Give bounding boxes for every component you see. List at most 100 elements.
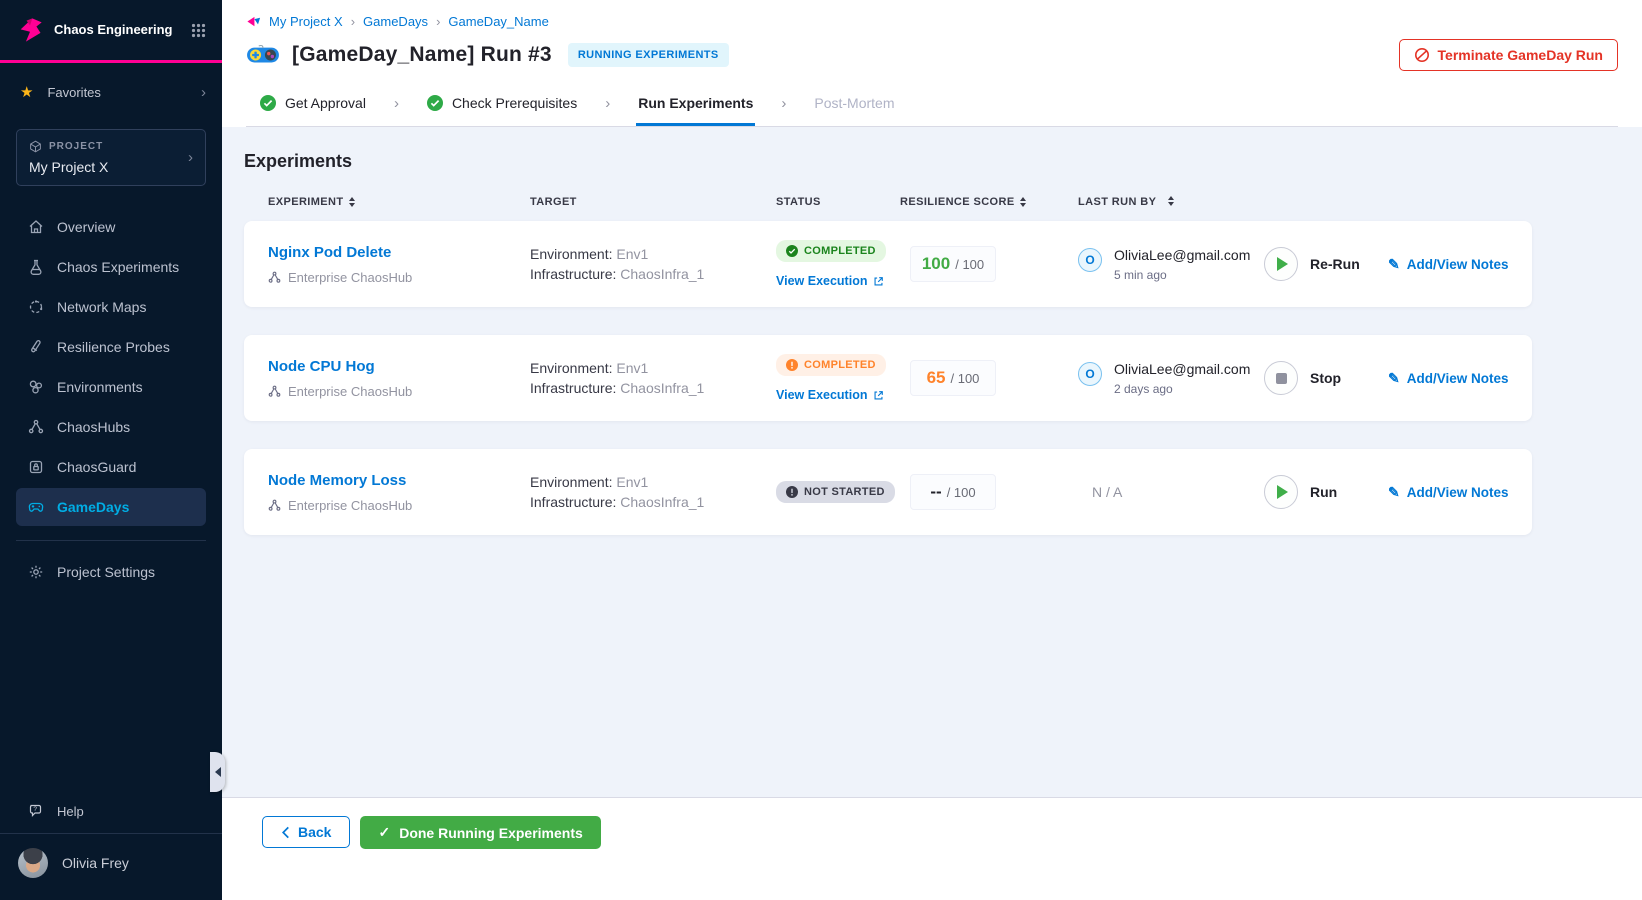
warning-circle-icon — [786, 359, 798, 371]
wizard-stepper: Get Approval › Check Prerequisites › Run… — [246, 81, 1618, 127]
user-name: Olivia Frey — [62, 855, 129, 871]
experiment-name-link[interactable]: Node Memory Loss — [268, 472, 530, 489]
title-row: [GameDay_Name] Run #3 RUNNING EXPERIMENT… — [246, 39, 1618, 71]
sidebar-item-label: Network Maps — [57, 299, 147, 315]
network-map-icon — [29, 300, 43, 314]
project-selector[interactable]: PROJECT My Project X › — [16, 129, 206, 186]
prohibit-icon — [1414, 48, 1429, 62]
hub-label: Enterprise ChaosHub — [288, 497, 413, 513]
sidebar-help[interactable]: ? Help — [0, 789, 222, 833]
brand-title: Chaos Engineering — [54, 21, 173, 37]
column-header-resilience-score[interactable]: RESILIENCE SCORE — [900, 196, 1068, 208]
sidebar-item-label: Overview — [57, 219, 116, 235]
chevron-right-icon: › — [605, 95, 611, 112]
app-grid-icon[interactable] — [191, 23, 206, 38]
status-badge: COMPLETED — [776, 354, 886, 376]
infrastructure-label: Infrastructure: — [530, 266, 617, 282]
sidebar-item-project-settings[interactable]: Project Settings — [16, 553, 206, 591]
status-badge: NOT STARTED — [776, 481, 895, 503]
infrastructure-label: Infrastructure: — [530, 494, 617, 510]
score-max: / 100 — [955, 256, 985, 272]
sidebar-item-environments[interactable]: Environments — [16, 368, 206, 406]
main-area: My Project X › GameDays › GameDay_Name [… — [222, 0, 1642, 900]
sidebar-item-resilience-probes[interactable]: Resilience Probes — [16, 328, 206, 366]
breadcrumb-link-project[interactable]: My Project X — [269, 14, 343, 29]
column-header-last-run-by[interactable]: LAST RUN BY — [1068, 196, 1264, 208]
breadcrumb-logo-icon — [247, 16, 261, 27]
experiment-row[interactable]: Node Memory Loss Enterprise ChaosHub Env… — [244, 449, 1532, 535]
sort-icon[interactable] — [1168, 196, 1175, 206]
chaoshub-icon — [28, 419, 44, 434]
sidebar-favorites[interactable]: ★ Favorites › — [0, 63, 222, 115]
sidebar-item-gamedays[interactable]: GameDays — [16, 488, 206, 526]
experiment-name-link[interactable]: Nginx Pod Delete — [268, 244, 530, 261]
sidebar-item-overview[interactable]: Overview — [16, 208, 206, 246]
back-button[interactable]: Back — [262, 816, 351, 848]
stop-button[interactable] — [1264, 361, 1298, 395]
breadcrumb-link-gameday-name[interactable]: GameDay_Name — [448, 14, 548, 29]
environment-label: Environment: — [530, 359, 613, 376]
page-header: My Project X › GameDays › GameDay_Name [… — [222, 0, 1642, 127]
sidebar-item-label: ChaosHubs — [57, 419, 131, 435]
environment-value: Env1 — [616, 473, 649, 490]
action-label[interactable]: Run — [1310, 484, 1337, 500]
sidebar-item-chaoshubs[interactable]: ChaosHubs — [16, 408, 206, 446]
pencil-icon: ✎ — [1388, 369, 1400, 386]
sidebar-header: Chaos Engineering — [0, 0, 222, 63]
play-icon — [1277, 257, 1288, 271]
experiment-row[interactable]: Nginx Pod Delete Enterprise ChaosHub Env… — [244, 221, 1532, 307]
sidebar-collapse-handle[interactable] — [210, 752, 225, 792]
step-check-prerequisites[interactable]: Check Prerequisites — [425, 81, 579, 126]
done-running-experiments-button[interactable]: ✓ Done Running Experiments — [360, 816, 601, 849]
sidebar-item-chaosguard[interactable]: ChaosGuard — [16, 448, 206, 486]
sidebar-item-network-maps[interactable]: Network Maps — [16, 288, 206, 326]
experiment-row[interactable]: Node CPU Hog Enterprise ChaosHub Environ… — [244, 335, 1532, 421]
action-label[interactable]: Re-Run — [1310, 256, 1360, 272]
sidebar-item-label: Project Settings — [57, 564, 156, 580]
sort-icon[interactable] — [348, 197, 355, 207]
runby-time: 5 min ago — [1114, 267, 1167, 282]
step-post-mortem[interactable]: Post-Mortem — [812, 81, 896, 126]
favorites-label: Favorites — [47, 84, 101, 100]
breadcrumb: My Project X › GameDays › GameDay_Name — [246, 10, 1618, 39]
help-chat-icon: ? — [29, 804, 42, 817]
check-icon: ✓ — [378, 824, 391, 840]
chevron-right-icon: › — [201, 83, 206, 101]
add-view-notes-link[interactable]: ✎ Add/View Notes — [1388, 370, 1532, 387]
action-label[interactable]: Stop — [1310, 370, 1341, 386]
view-execution-link[interactable]: View Execution — [776, 388, 900, 402]
add-view-notes-link[interactable]: ✎ Add/View Notes — [1388, 256, 1532, 273]
pencil-icon: ✎ — [1388, 483, 1400, 500]
step-get-approval[interactable]: Get Approval — [258, 81, 368, 126]
sort-icon[interactable] — [1019, 197, 1026, 207]
gamepad-emoji-icon — [247, 44, 279, 63]
gamepad-icon — [28, 502, 44, 512]
probe-icon — [31, 340, 41, 353]
environment-value: Env1 — [616, 359, 649, 376]
experiment-name-link[interactable]: Node CPU Hog — [268, 358, 530, 375]
breadcrumb-link-gamedays[interactable]: GameDays — [363, 14, 428, 29]
check-circle-icon — [260, 95, 276, 111]
terminate-gameday-button[interactable]: Terminate GameDay Run — [1398, 39, 1618, 71]
column-header-experiment[interactable]: EXPERIMENT — [244, 196, 530, 208]
cube-icon — [30, 140, 41, 153]
breadcrumb-separator: › — [436, 14, 441, 29]
sidebar-item-chaos-experiments[interactable]: Chaos Experiments — [16, 248, 206, 286]
project-label: PROJECT — [49, 141, 104, 152]
run-button[interactable] — [1264, 475, 1298, 509]
project-name: My Project X — [29, 159, 109, 175]
add-view-notes-link[interactable]: ✎ Add/View Notes — [1388, 484, 1532, 501]
step-run-experiments[interactable]: Run Experiments — [636, 81, 756, 126]
chaoshub-icon — [268, 271, 281, 283]
user-avatar — [18, 848, 48, 878]
view-execution-link[interactable]: View Execution — [776, 274, 900, 288]
page-title: [GameDay_Name] Run #3 — [292, 43, 552, 66]
chaos-engineering-logo-icon — [20, 18, 42, 42]
runby-email: OliviaLee@gmail.com — [1114, 360, 1251, 377]
user-profile[interactable]: Olivia Frey — [0, 833, 222, 900]
external-link-icon — [874, 390, 884, 399]
runby-avatar: O — [1078, 247, 1102, 272]
help-label: Help — [57, 803, 84, 819]
collapse-arrow-icon — [214, 767, 221, 777]
rerun-button[interactable] — [1264, 247, 1298, 281]
